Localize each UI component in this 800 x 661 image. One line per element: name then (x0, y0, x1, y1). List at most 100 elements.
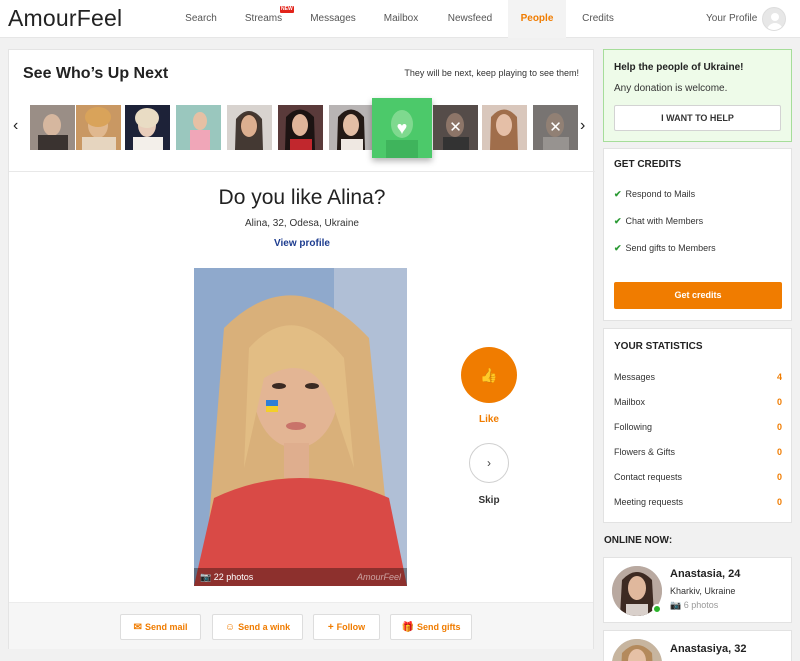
add-user-icon: + (327, 622, 334, 633)
close-icon: ✕ (433, 105, 478, 150)
people-vote-panel: See Who’s Up Next They will be next, kee… (8, 49, 595, 649)
skip-label: Skip (478, 495, 500, 506)
avatar-body-shape (767, 23, 783, 30)
stat-label: Following (614, 422, 653, 432)
view-profile-link[interactable]: View profile (9, 238, 595, 249)
send-gifts-button[interactable]: 🎁 Send gifts (390, 614, 472, 640)
carousel-prev-icon[interactable]: ‹ (13, 118, 18, 134)
carousel-next-icon[interactable]: › (580, 118, 585, 134)
camera-icon: 📷 (670, 600, 682, 610)
profile-question: Do you like Alina? (218, 186, 386, 209)
online-user-name[interactable]: Anastasia, 24 (670, 568, 740, 580)
nav-messages[interactable]: Messages (302, 0, 364, 38)
get-credits-button[interactable]: Get credits (614, 282, 782, 309)
stat-row[interactable]: Flowers & Gifts 0 (614, 447, 782, 457)
carousel-thumb[interactable] (482, 105, 527, 150)
credits-item: ✔ Respond to Mails (614, 189, 695, 200)
nav-people[interactable]: People (508, 0, 566, 38)
stat-value: 4 (776, 372, 782, 382)
credits-item-label: Chat with Members (625, 216, 704, 226)
online-user-photos: 📷 6 photos (670, 600, 718, 611)
stat-label: Contact requests (614, 472, 683, 482)
nav-messages-label: Messages (310, 13, 356, 24)
stat-label: Flowers & Gifts (614, 447, 676, 457)
i-want-to-help-button[interactable]: I WANT TO HELP (614, 105, 781, 131)
stat-value: 0 (776, 447, 782, 457)
carousel-thumb[interactable] (125, 105, 170, 150)
credits-title: GET CREDITS (614, 159, 682, 170)
online-user-avatar[interactable] (612, 639, 662, 661)
site-logo[interactable]: AmourFeel (8, 5, 122, 32)
online-now-title: ONLINE NOW: (604, 535, 673, 546)
camera-icon: 📷 (200, 572, 212, 582)
online-status-indicator (652, 604, 662, 614)
stat-row[interactable]: Contact requests 0 (614, 472, 782, 482)
stat-row[interactable]: Mailbox 0 (614, 397, 782, 407)
profile-photo[interactable]: 📷 22 photos AmourFeel (194, 268, 407, 586)
check-icon: ✔ (614, 189, 622, 199)
nav-credits[interactable]: Credits (574, 0, 622, 38)
nav-credits-label: Credits (582, 13, 614, 24)
send-mail-button[interactable]: ✉ Send mail (120, 614, 201, 640)
stat-label: Meeting requests (614, 497, 684, 507)
mail-icon: ✉ (133, 622, 142, 633)
nav-newsfeed[interactable]: Newsfeed (440, 0, 500, 38)
nav-mailbox[interactable]: Mailbox (374, 0, 428, 38)
new-badge: NEW (280, 6, 294, 13)
follow-label: Follow (336, 622, 366, 632)
carousel-thumb[interactable] (329, 105, 374, 150)
get-credits-card: GET CREDITS ✔ Respond to Mails ✔ Chat with… (603, 148, 792, 321)
carousel-thumb[interactable] (227, 105, 272, 150)
online-user-photo-count: 6 photos (683, 600, 719, 610)
online-user-name[interactable]: Anastasiya, 32 (670, 643, 746, 655)
carousel-thumb[interactable] (30, 105, 75, 150)
credits-item-label: Respond to Mails (625, 189, 696, 199)
heart-icon: ♥ (396, 118, 408, 138)
statistics-title: YOUR STATISTICS (614, 341, 703, 352)
upnext-carousel: ‹ ♥ ✕ ✕ › (9, 98, 595, 158)
close-icon: ✕ (533, 105, 578, 150)
like-label: Like (478, 414, 499, 425)
carousel-thumb[interactable] (278, 105, 323, 150)
statistics-card: YOUR STATISTICS Messages 4 Mailbox 0 Follo… (603, 328, 792, 523)
carousel-thumb-skipped[interactable]: ✕ (533, 105, 578, 150)
send-wink-label: Send a wink (238, 622, 291, 632)
profile-avatar-icon[interactable] (762, 7, 786, 31)
stat-value: 0 (776, 397, 782, 407)
like-button[interactable]: 👍 (461, 347, 517, 403)
ukraine-donation-card: Help the people of Ukraine! Any donation… (603, 49, 792, 142)
ukraine-text: Any donation is welcome. (614, 83, 728, 94)
carousel-thumb[interactable] (76, 105, 121, 150)
stat-value: 0 (776, 422, 782, 432)
top-navigation-bar: AmourFeel Search Streams NEW Messages Ma… (0, 0, 800, 38)
stat-row[interactable]: Meeting requests 0 (614, 497, 782, 507)
carousel-thumb-skipped[interactable]: ✕ (433, 105, 478, 150)
send-wink-button[interactable]: ☺ Send a wink (212, 614, 303, 640)
profile-actions-bar: ✉ Send mail ☺ Send a wink + Follow 🎁 Send gi… (9, 602, 593, 649)
section-divider (9, 171, 595, 172)
chevron-right-icon: › (487, 456, 491, 470)
stat-label: Messages (614, 372, 656, 382)
nav-people-label: People (520, 13, 554, 24)
upnext-title: See Who’s Up Next (23, 65, 169, 82)
photo-count-label: 22 photos (213, 572, 254, 582)
avatar-head-shape (771, 13, 779, 21)
nav-search[interactable]: Search (176, 0, 226, 38)
check-icon: ✔ (614, 243, 622, 253)
check-icon: ✔ (614, 216, 622, 226)
online-user-card[interactable]: Anastasiya, 32 (603, 630, 792, 661)
nav-search-label: Search (185, 13, 217, 24)
your-profile-link[interactable]: Your Profile (706, 0, 757, 37)
stat-row[interactable]: Messages 4 (614, 372, 782, 382)
nav-newsfeed-label: Newsfeed (447, 13, 493, 24)
stat-label: Mailbox (614, 397, 646, 407)
credits-item: ✔ Send gifts to Members (614, 243, 716, 254)
skip-button[interactable]: › (469, 443, 509, 483)
carousel-thumb-liked[interactable]: ♥ (372, 98, 432, 158)
photo-watermark: AmourFeel (356, 572, 401, 582)
stat-value: 0 (776, 472, 782, 482)
stat-row[interactable]: Following 0 (614, 422, 782, 432)
follow-button[interactable]: + Follow (313, 614, 380, 640)
carousel-thumb[interactable] (176, 105, 221, 150)
online-user-card[interactable]: Anastasia, 24 Kharkiv, Ukraine 📷 6 photo… (603, 557, 792, 623)
